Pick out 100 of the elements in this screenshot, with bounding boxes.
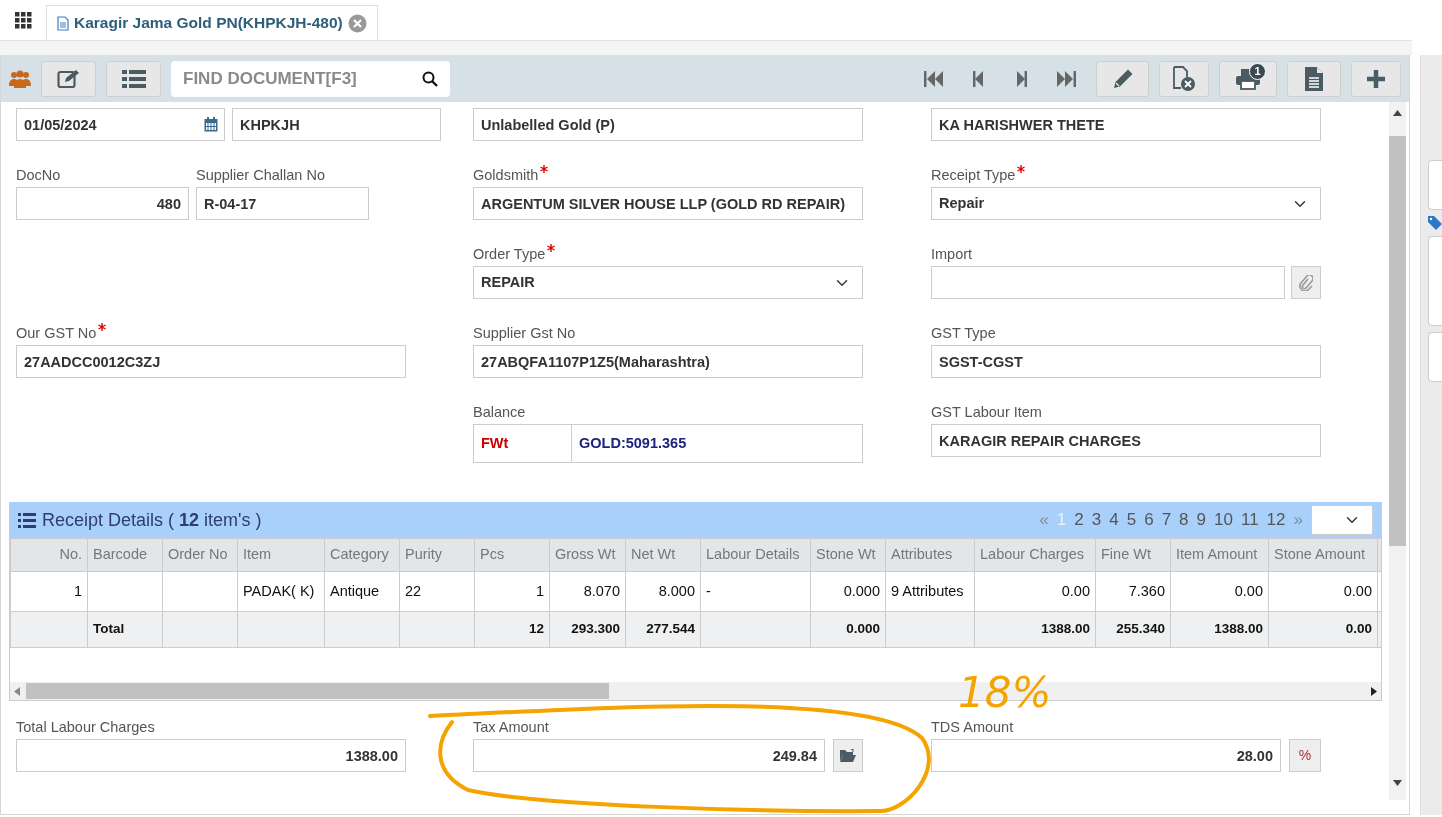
text-field[interactable]: 249.84 (473, 739, 825, 772)
page-link[interactable]: 8 (1175, 507, 1193, 533)
search-field[interactable]: FIND DOCUMENT[F3] (171, 60, 450, 97)
print-button[interactable]: 1 (1219, 60, 1277, 97)
text-field[interactable] (931, 266, 1285, 299)
date-field[interactable]: 01/05/2024 (16, 108, 225, 141)
scroll-left-icon (14, 686, 20, 696)
edit-button[interactable] (1096, 60, 1149, 97)
field-label: Order Type (473, 245, 546, 264)
previous-icon (973, 69, 983, 88)
field-label: DocNo (16, 166, 61, 185)
text-field[interactable]: ARGENTUM SILVER HOUSE LLP (GOLD RD REPAIR) (473, 187, 863, 220)
dropdown-field[interactable]: Repair (931, 187, 1321, 220)
plus-icon (1366, 68, 1386, 89)
page-link[interactable]: 11 (1236, 507, 1263, 533)
text-field[interactable]: KHPKJH (232, 108, 441, 141)
table-cell: Total (87, 611, 163, 648)
text-field[interactable]: 27AADCC0012C3ZJ (16, 345, 406, 378)
table-cell: 1 (10, 571, 88, 612)
table-cell: 0.00 (1268, 571, 1378, 612)
field-label: Receipt Type (931, 166, 1016, 185)
panel-title: Receipt Details ( 12 item's ) (42, 508, 262, 532)
table-cell: 8.070 (549, 571, 626, 612)
field-label: Balance (473, 403, 526, 422)
apps-grid-icon[interactable] (14, 11, 32, 29)
table-cell: 9 Attributes (885, 571, 975, 612)
tag-icon (1428, 216, 1442, 230)
page-link[interactable]: 6 (1140, 507, 1158, 533)
side-card (1428, 332, 1442, 382)
table-cell: 22 (399, 571, 475, 612)
text-field[interactable]: 1388.00 (16, 739, 406, 772)
text-field[interactable]: SGST-CGST (931, 345, 1321, 378)
scroll-right-icon (1371, 686, 1377, 696)
table-cell: 0.000 (810, 571, 886, 612)
pencil-icon (1111, 67, 1134, 90)
text-field[interactable]: 480 (16, 187, 189, 220)
edit-button[interactable] (41, 60, 96, 97)
list-icon (18, 512, 36, 528)
column-header: Item (237, 538, 325, 572)
page-link[interactable]: 3 (1087, 507, 1106, 533)
column-header: No. (10, 538, 88, 572)
page-link[interactable]: 2 (1070, 507, 1088, 533)
close-icon[interactable] (347, 13, 367, 33)
scroll-down-icon (1393, 780, 1402, 786)
first-page-icon (924, 69, 944, 88)
attach-button[interactable] (1291, 266, 1321, 299)
text-field[interactable]: KA HARISHWER THETE (931, 108, 1321, 141)
table-cell: 7.360 (1095, 571, 1171, 612)
table-cell: 0.00 (1170, 571, 1269, 612)
folder-button[interactable] (833, 739, 863, 772)
cancel-document-button[interactable] (1159, 60, 1209, 97)
tab-title: Karagir Jama Gold PN(KHPKJH-480) (74, 13, 343, 34)
edit-icon (56, 68, 81, 89)
document-button[interactable] (1287, 60, 1341, 97)
balance-unit: FWt (474, 425, 572, 462)
document-tab[interactable]: Karagir Jama Gold PN(KHPKJH-480) (46, 5, 378, 40)
column-header: Category (324, 538, 400, 572)
table-cell: - (700, 571, 811, 612)
field-label: Supplier Challan No (196, 166, 325, 185)
add-button[interactable] (1351, 60, 1401, 97)
table-cell: 0.00 (1268, 611, 1378, 648)
side-card (1428, 160, 1442, 210)
page-link[interactable]: 4 (1105, 507, 1123, 533)
percent-button[interactable]: % (1289, 739, 1321, 772)
text-field[interactable]: R-04-17 (196, 187, 369, 220)
search-icon (422, 70, 438, 87)
table-cell: 1388.00 (974, 611, 1096, 648)
table-cell: 277.544 (625, 611, 701, 648)
text-field[interactable]: 27ABQFA1107P1Z5(Maharashtra) (473, 345, 863, 378)
page-link[interactable]: 9 (1192, 507, 1211, 533)
table-cell: 1388.00 (1170, 611, 1269, 648)
dropdown-field[interactable]: REPAIR (473, 266, 863, 299)
text-field[interactable]: Unlabelled Gold (P) (473, 108, 863, 141)
text-field[interactable]: KARAGIR REPAIR CHARGES (931, 424, 1321, 457)
column-header: Stone Amount (1268, 538, 1378, 572)
column-header: Stone Wt (810, 538, 886, 572)
balance-value: GOLD:5091.365 (578, 433, 687, 453)
column-header: Net Wt (625, 538, 701, 572)
vertical-scrollbar[interactable] (1389, 102, 1406, 800)
table-cell: PADAK( K) (237, 571, 325, 612)
folder-icon (840, 749, 856, 762)
column-header: Labour Charges (974, 538, 1096, 572)
table-cell: 0.000 (810, 611, 886, 648)
column-header: Gross Wt (549, 538, 626, 572)
table-cell: 0.00 (974, 571, 1096, 612)
page-link[interactable]: 5 (1122, 507, 1141, 533)
list-button[interactable] (106, 60, 161, 97)
column-header: Item Amount (1170, 538, 1269, 572)
column-header: Attributes (885, 538, 975, 572)
scroll-up-icon (1393, 110, 1402, 116)
count-badge: 1 (1249, 62, 1266, 80)
handwritten-note: 18% (958, 672, 1052, 714)
text-field[interactable]: 28.00 (931, 739, 1281, 772)
column-header: Purity (399, 538, 475, 572)
page-link[interactable]: 7 (1157, 507, 1176, 533)
document-icon (57, 15, 69, 31)
page-link[interactable]: 12 (1262, 507, 1290, 533)
field-label: Supplier Gst No (473, 324, 576, 343)
table-cell: 12 (474, 611, 550, 648)
page-link[interactable]: 10 (1210, 507, 1237, 533)
